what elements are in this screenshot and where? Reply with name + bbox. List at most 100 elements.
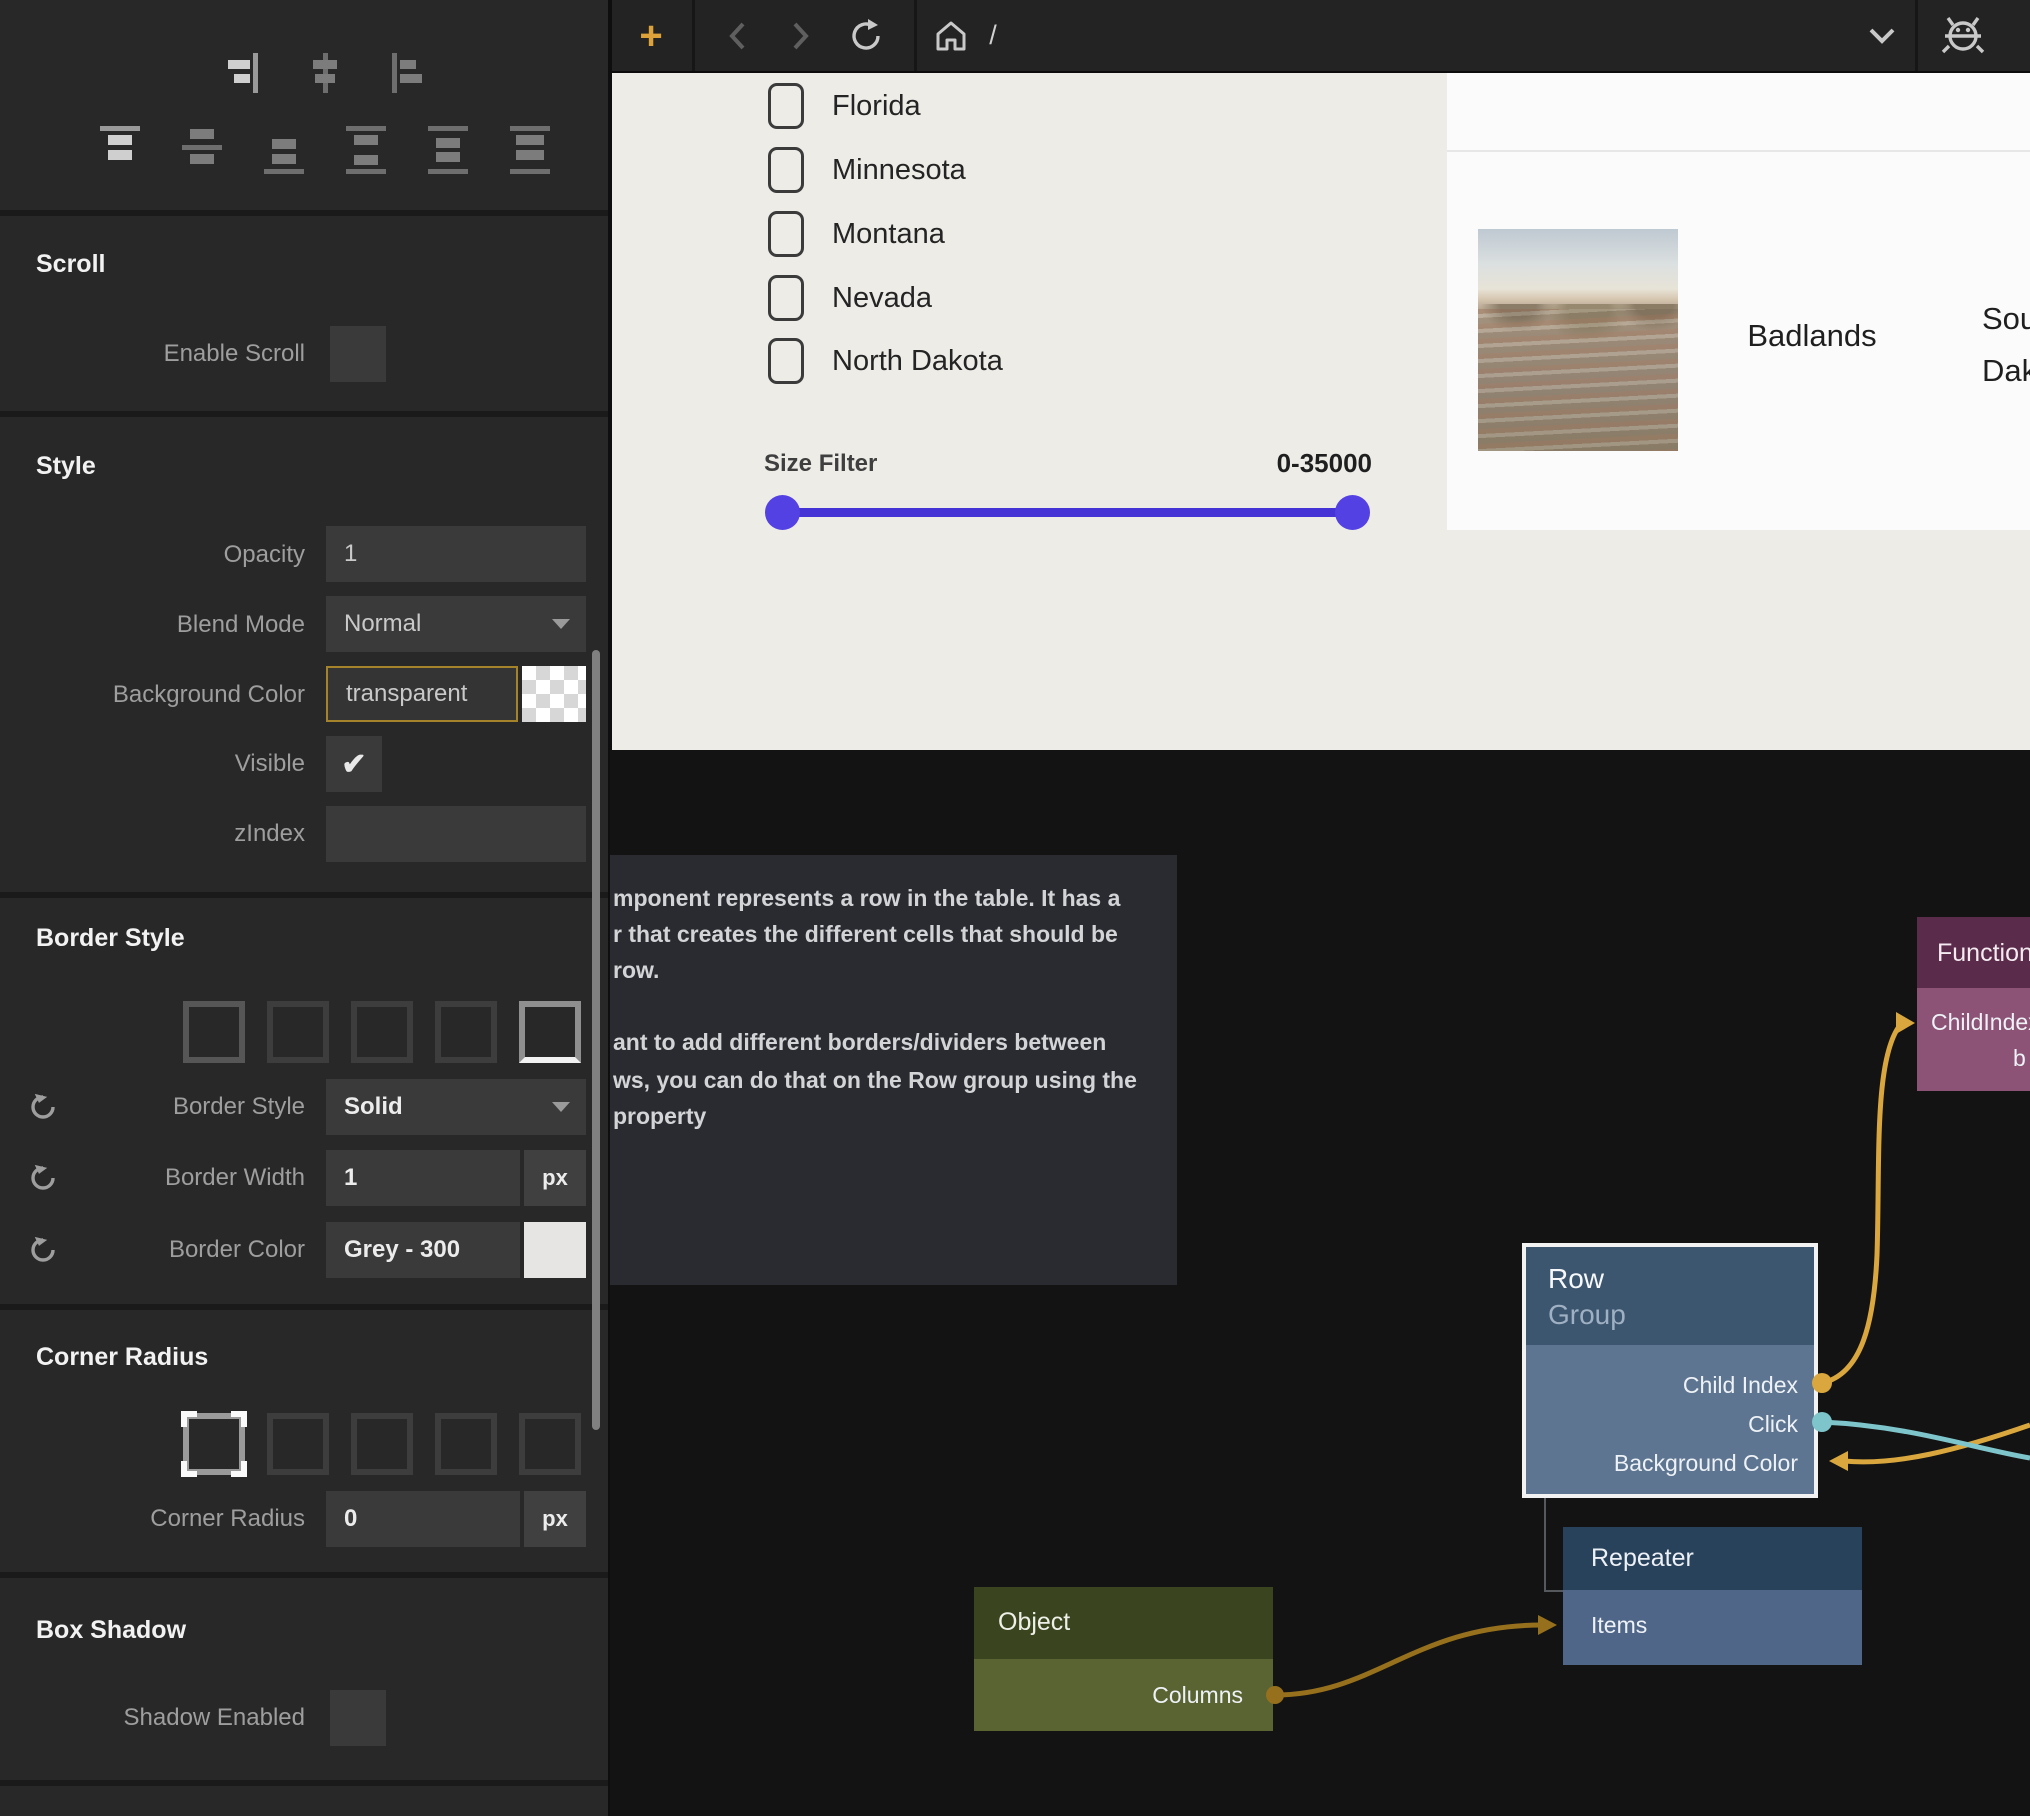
divider (1447, 150, 2030, 152)
corner-top-left-button[interactable] (267, 1413, 329, 1475)
visible-checkbox[interactable]: ✔ (326, 736, 382, 792)
node-object[interactable]: Object Columns (974, 1587, 1273, 1731)
background-color-swatch[interactable] (522, 666, 586, 722)
divider (914, 0, 917, 71)
back-button[interactable] (716, 0, 760, 71)
divider (1915, 0, 1918, 71)
border-width-input[interactable]: 1 (326, 1150, 520, 1206)
justify-center-icon[interactable] (310, 53, 340, 93)
scroll-section-title: Scroll (36, 250, 105, 279)
space-around-icon[interactable] (428, 126, 468, 174)
tooltip-line: r that creates the different cells that … (613, 916, 1173, 952)
border-color-label: Border Color (0, 1236, 305, 1264)
check-icon: ✔ (341, 747, 366, 782)
slider-handle-min[interactable] (765, 495, 800, 530)
border-width-label: Border Width (0, 1164, 305, 1192)
corner-radius-label: Corner Radius (0, 1505, 305, 1533)
florida-checkbox[interactable] (768, 83, 804, 129)
align-bottom-icon[interactable] (264, 126, 304, 174)
port-background-color[interactable]: Background Color (1614, 1450, 1798, 1477)
tooltip-line: ws, you can do that on the Row group usi… (613, 1062, 1173, 1098)
port-click[interactable]: Click (1748, 1411, 1798, 1438)
arrowhead-icon (1538, 1615, 1557, 1635)
properties-sidebar: Scroll Enable Scroll Style Opacity 1 Ble… (0, 0, 608, 1816)
tooltip-line (613, 988, 1173, 1024)
border-side-all-button[interactable] (183, 1001, 245, 1063)
corner-radius-unit[interactable]: px (524, 1491, 586, 1547)
port-columns[interactable]: Columns (1152, 1682, 1243, 1709)
nevada-checkbox[interactable] (768, 275, 804, 321)
checkbox-label: Minnesota (832, 154, 966, 187)
border-width-unit[interactable]: px (524, 1150, 586, 1206)
slider-handle-max[interactable] (1335, 495, 1370, 530)
home-button[interactable] (928, 0, 974, 71)
list-item: Nevada (768, 274, 932, 322)
stretch-icon[interactable] (510, 126, 550, 174)
tooltip-line: property (613, 1098, 1173, 1134)
border-style-select[interactable]: Solid (326, 1079, 586, 1135)
border-side-bottom-button[interactable] (519, 1001, 581, 1063)
corner-bottom-right-button[interactable] (435, 1413, 497, 1475)
chevron-down-icon (552, 619, 570, 629)
debug-button[interactable] (1928, 0, 1998, 71)
corner-top-right-button[interactable] (351, 1413, 413, 1475)
divider (0, 892, 608, 898)
forward-button[interactable] (778, 0, 822, 71)
corner-radius-input[interactable]: 0 (326, 1491, 520, 1547)
results-panel: Badlands Sou Dak (1447, 73, 2030, 530)
space-between-icon[interactable] (346, 126, 386, 174)
corner-bottom-left-button[interactable] (519, 1413, 581, 1475)
north-dakota-checkbox[interactable] (768, 338, 804, 384)
zindex-input[interactable] (326, 806, 586, 862)
corner-tick (231, 1411, 247, 1427)
justify-end-icon[interactable] (228, 53, 258, 93)
connection-click-out (1822, 1422, 2030, 1458)
divider (0, 411, 608, 417)
border-side-left-button[interactable] (267, 1001, 329, 1063)
corner-tick (181, 1411, 197, 1427)
plus-icon: + (639, 16, 662, 56)
border-style-value: Solid (344, 1093, 403, 1121)
corner-all-button[interactable] (183, 1413, 245, 1475)
home-icon (934, 19, 968, 53)
port-items[interactable]: Items (1591, 1612, 1647, 1639)
node-repeater[interactable]: Repeater Items (1563, 1527, 1862, 1665)
align-center-vertical-icon[interactable] (182, 126, 222, 174)
preview-pane: + / (612, 0, 2030, 750)
tooltip-line: mponent represents a row in the table. I… (613, 880, 1173, 916)
shadow-enabled-checkbox[interactable] (330, 1690, 386, 1746)
sidebar-scrollbar[interactable] (592, 650, 600, 1430)
divider (0, 1780, 608, 1786)
park-name: Badlands (1717, 318, 1907, 354)
viewport-dropdown[interactable] (1860, 0, 1904, 71)
node-row-group[interactable]: Row Group Child Index Click Background C… (1522, 1243, 1818, 1498)
checkbox-label: Florida (832, 90, 921, 123)
blend-mode-select[interactable]: Normal (326, 596, 586, 652)
add-button[interactable]: + (614, 0, 688, 71)
arrowhead-icon (1896, 1012, 1915, 1034)
background-color-input[interactable]: transparent (326, 666, 518, 722)
enable-scroll-checkbox[interactable] (330, 326, 386, 382)
border-color-swatch[interactable] (524, 1222, 586, 1278)
border-side-right-button[interactable] (435, 1001, 497, 1063)
refresh-button[interactable] (840, 0, 892, 71)
border-side-top-button[interactable] (351, 1001, 413, 1063)
url-path[interactable]: / (978, 0, 1008, 71)
montana-checkbox[interactable] (768, 211, 804, 257)
border-color-input[interactable]: Grey - 300 (326, 1222, 520, 1278)
size-filter-slider[interactable] (782, 508, 1352, 517)
bug-icon (1940, 14, 1986, 58)
port-b[interactable]: b (2013, 1045, 2026, 1072)
port-child-index[interactable]: Child Index (1683, 1372, 1798, 1399)
chevron-down-icon (552, 1102, 570, 1112)
port-childindex[interactable]: ChildIndex (1931, 1009, 2030, 1036)
chevron-right-icon (788, 20, 812, 52)
minnesota-checkbox[interactable] (768, 147, 804, 193)
opacity-input[interactable]: 1 (326, 526, 586, 582)
node-graph-canvas[interactable]: mponent represents a row in the table. I… (610, 750, 2030, 1816)
justify-start-icon[interactable] (392, 53, 424, 93)
node-function[interactable]: Function ChildIndex b (1917, 917, 2030, 1091)
align-top-icon[interactable] (100, 126, 140, 174)
connection-childindex-to-function (1822, 1028, 1898, 1383)
park-state: Sou Dak (1982, 293, 2030, 397)
